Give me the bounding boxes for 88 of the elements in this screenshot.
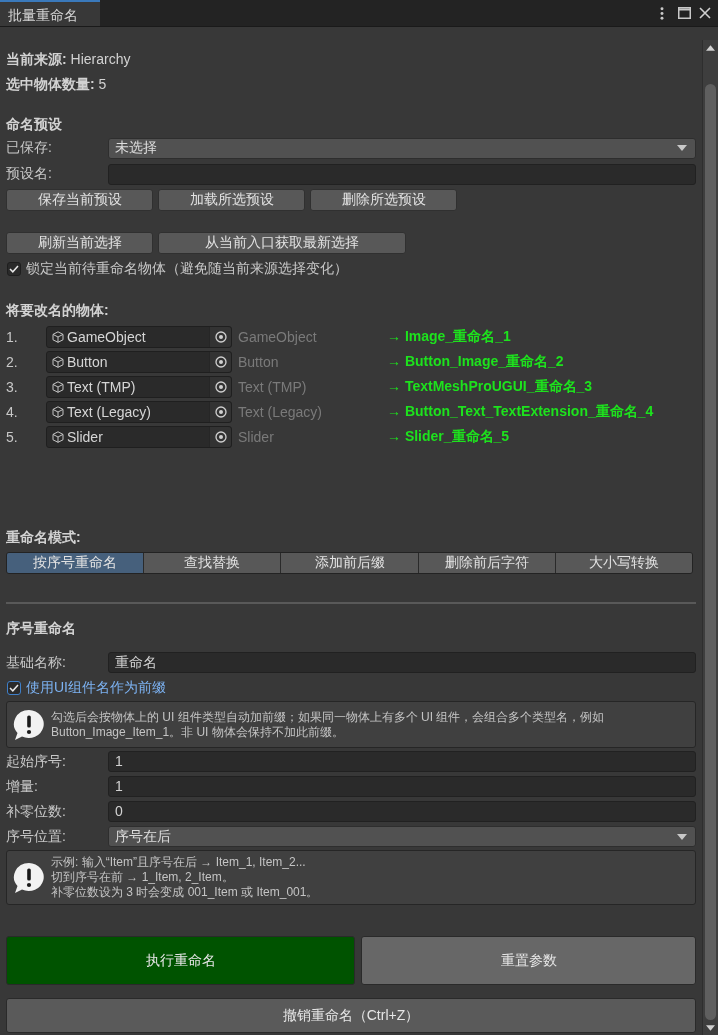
object-picker-button[interactable]: [209, 351, 231, 372]
info-text: 当前来源: Hierarchy: [6, 50, 131, 69]
object-name-text: GameObject: [237, 328, 318, 345]
close-icon[interactable]: [699, 7, 711, 19]
object-field[interactable]: Text (TMP): [46, 375, 232, 398]
window-tab[interactable]: 批量重命名: [0, 0, 100, 26]
field-label: 增量:: [6, 777, 39, 796]
object-picker-button[interactable]: [209, 426, 231, 447]
object-name-text: Slider: [237, 428, 275, 445]
undo-button[interactable]: 撤销重命名（Ctrl+Z）: [6, 998, 696, 1033]
maximize-icon[interactable]: [678, 7, 691, 19]
help-text: 勾选后会按物体上的 UI 组件类型自动加前缀；如果同一物体上有多个 UI 组件，会组合多个类型名，例如 Button_Image_Item_1。非 UI 物体会保持不加此前缀。: [51, 709, 606, 740]
text-field[interactable]: 0: [108, 801, 696, 822]
row-index: 2.: [6, 353, 19, 370]
help-text: 切到序号在前 → 1_Item, 2_Item。: [51, 870, 234, 885]
object-field[interactable]: Slider: [46, 425, 232, 448]
object-name-text: Button: [237, 353, 280, 370]
target-icon: [214, 330, 227, 343]
target-icon: [214, 355, 227, 368]
new-name-text: → Slider_重命名_5: [387, 427, 510, 446]
object-name-text: Text (TMP): [237, 378, 308, 395]
section-heading: 重命名模式:: [6, 528, 82, 547]
row-index: 4.: [6, 403, 19, 420]
caret-icon: [677, 833, 687, 840]
object-picker-button[interactable]: [209, 401, 231, 422]
help-text: 补零位数设为 3 时会变成 001_Item 或 Item_001。: [51, 885, 319, 900]
exclamation-bubble-icon: [13, 708, 45, 741]
preset-button[interactable]: 保存当前预设: [6, 189, 153, 211]
check-icon: [9, 683, 19, 692]
field-label: 序号位置:: [6, 827, 67, 846]
object-name-text: Text (Legacy): [237, 403, 324, 420]
section-heading: 将要改名的物体:: [6, 301, 110, 320]
new-name-text: → Image_重命名_1: [387, 327, 511, 346]
object-field[interactable]: GameObject: [46, 325, 232, 348]
cube-icon: [52, 330, 64, 343]
selection-button[interactable]: 从当前入口获取最新选择: [158, 232, 406, 254]
object-picker-button[interactable]: [209, 326, 231, 347]
checkbox[interactable]: [7, 680, 21, 695]
dropdown[interactable]: 序号在后: [108, 826, 696, 847]
dropdown[interactable]: 未选择: [108, 137, 696, 159]
field-label: 基础名称:: [6, 653, 67, 672]
field-label: 起始序号:: [6, 752, 67, 771]
field-label: 预设名:: [6, 165, 53, 183]
section-heading: 序号重命名: [6, 619, 77, 638]
field-label: 已保存:: [6, 139, 53, 157]
target-icon: [214, 405, 227, 418]
target-icon: [214, 380, 227, 393]
checkbox-label: 使用UI组件名作为前缀: [26, 678, 166, 697]
more-options-icon[interactable]: [660, 6, 664, 20]
text-field[interactable]: 1: [108, 776, 696, 797]
new-name-text: → TextMeshProUGUI_重命名_3: [387, 377, 593, 396]
exclamation-bubble-icon: [13, 861, 45, 894]
action-button[interactable]: 重置参数: [361, 936, 696, 985]
preset-button[interactable]: 删除所选预设: [310, 189, 457, 211]
caret-icon: [677, 145, 687, 151]
scroll-up-icon[interactable]: [706, 45, 715, 51]
scroll-down-icon[interactable]: [706, 1025, 715, 1031]
cube-icon: [52, 405, 64, 418]
mode-tab[interactable]: 添加前后缀: [280, 553, 418, 573]
target-icon: [214, 430, 227, 443]
help-text: 示例: 输入“Item”且序号在后 → Item_1, Item_2...: [51, 855, 306, 870]
checkbox[interactable]: [7, 262, 21, 276]
row-index: 3.: [6, 378, 19, 395]
text-field[interactable]: 重命名: [108, 652, 696, 673]
object-picker-button[interactable]: [209, 376, 231, 397]
action-button[interactable]: 执行重命名: [6, 936, 355, 985]
text-field[interactable]: 1: [108, 751, 696, 772]
mode-tab[interactable]: 删除前后字符: [417, 553, 555, 573]
cube-icon: [52, 430, 64, 443]
section-heading: 命名预设: [6, 115, 63, 134]
scrollbar-thumb[interactable]: [705, 84, 716, 1020]
object-field[interactable]: Button: [46, 350, 232, 373]
row-index: 5.: [6, 428, 19, 445]
check-icon: [9, 265, 19, 273]
object-field[interactable]: Text (Legacy): [46, 400, 232, 423]
new-name-text: → Button_Image_重命名_2: [387, 352, 564, 371]
cube-icon: [52, 355, 64, 368]
cube-icon: [52, 380, 64, 393]
mode-tab[interactable]: 大小写转换: [554, 553, 692, 573]
mode-tab[interactable]: 按序号重命名: [7, 553, 144, 573]
field-label: 补零位数:: [6, 802, 67, 821]
info-text: 选中物体数量: 5: [6, 75, 107, 94]
row-index: 1.: [6, 328, 19, 345]
checkbox-label: 锁定当前待重命名物体（避免随当前来源选择变化）: [26, 260, 348, 278]
preset-button[interactable]: 加载所选预设: [158, 189, 305, 211]
new-name-text: → Button_Text_TextExtension_重命名_4: [387, 402, 654, 421]
selection-button[interactable]: 刷新当前选择: [6, 232, 153, 254]
mode-tab[interactable]: 查找替换: [143, 553, 281, 573]
